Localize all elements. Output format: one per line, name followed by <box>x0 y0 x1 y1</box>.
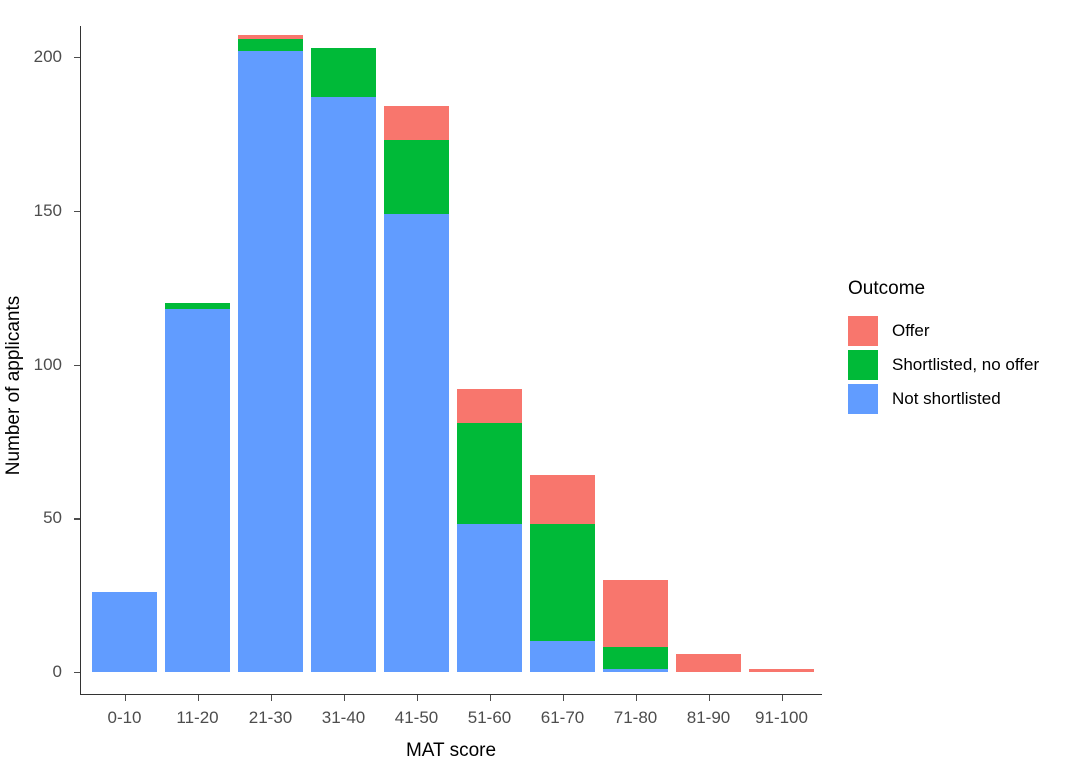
bar-segment[interactable] <box>602 668 669 672</box>
bar-group[interactable] <box>602 26 669 672</box>
legend-entries: Offer Shortlisted, no offer Not shortliste… <box>848 314 1058 416</box>
bar-segment[interactable] <box>164 303 231 310</box>
bar-segment[interactable] <box>310 96 377 672</box>
bar-segment[interactable] <box>456 389 523 423</box>
bar-segment[interactable] <box>529 641 596 672</box>
bar-segment[interactable] <box>164 309 231 672</box>
bar-group[interactable] <box>748 26 815 672</box>
bar-group[interactable] <box>456 26 523 672</box>
bar-segment[interactable] <box>456 422 523 525</box>
bar-group[interactable] <box>310 26 377 672</box>
legend-swatch <box>848 384 878 414</box>
legend-label: Offer <box>892 321 930 340</box>
legend: Outcome Offer Shortlisted, no offer Not sh… <box>848 278 1058 416</box>
bar-segment[interactable] <box>237 50 304 672</box>
bar-segment[interactable] <box>675 653 742 672</box>
bar-group[interactable] <box>164 26 231 672</box>
legend-entry[interactable]: Shortlisted, no offer <box>848 348 1058 382</box>
bar-segment[interactable] <box>602 647 669 669</box>
bar-group[interactable] <box>675 26 742 672</box>
bar-group[interactable] <box>91 26 158 672</box>
bar-segment[interactable] <box>237 35 304 39</box>
legend-entry[interactable]: Not shortlisted <box>848 382 1058 416</box>
bar-segment[interactable] <box>310 47 377 97</box>
bar-group[interactable] <box>529 26 596 672</box>
chart-container: Number of applicants 0 50 100 150 200 0-10 11… <box>0 0 1080 771</box>
bar-segment[interactable] <box>602 579 669 648</box>
legend-swatch <box>848 350 878 380</box>
legend-swatch <box>848 316 878 346</box>
bar-group[interactable] <box>383 26 450 672</box>
bar-segment[interactable] <box>383 213 450 672</box>
bar-group[interactable] <box>237 26 304 672</box>
bar-segment[interactable] <box>383 106 450 140</box>
bar-segment[interactable] <box>529 524 596 642</box>
bar-segment[interactable] <box>456 524 523 672</box>
bar-segment[interactable] <box>91 592 158 672</box>
legend-label: Shortlisted, no offer <box>892 355 1040 374</box>
legend-label: Not shortlisted <box>892 389 1001 408</box>
bar-segment[interactable] <box>748 668 815 672</box>
legend-title: Outcome <box>848 278 926 299</box>
bar-segment[interactable] <box>237 38 304 51</box>
bar-segment[interactable] <box>383 140 450 214</box>
legend-entry[interactable]: Offer <box>848 314 1058 348</box>
bar-segment[interactable] <box>529 475 596 525</box>
